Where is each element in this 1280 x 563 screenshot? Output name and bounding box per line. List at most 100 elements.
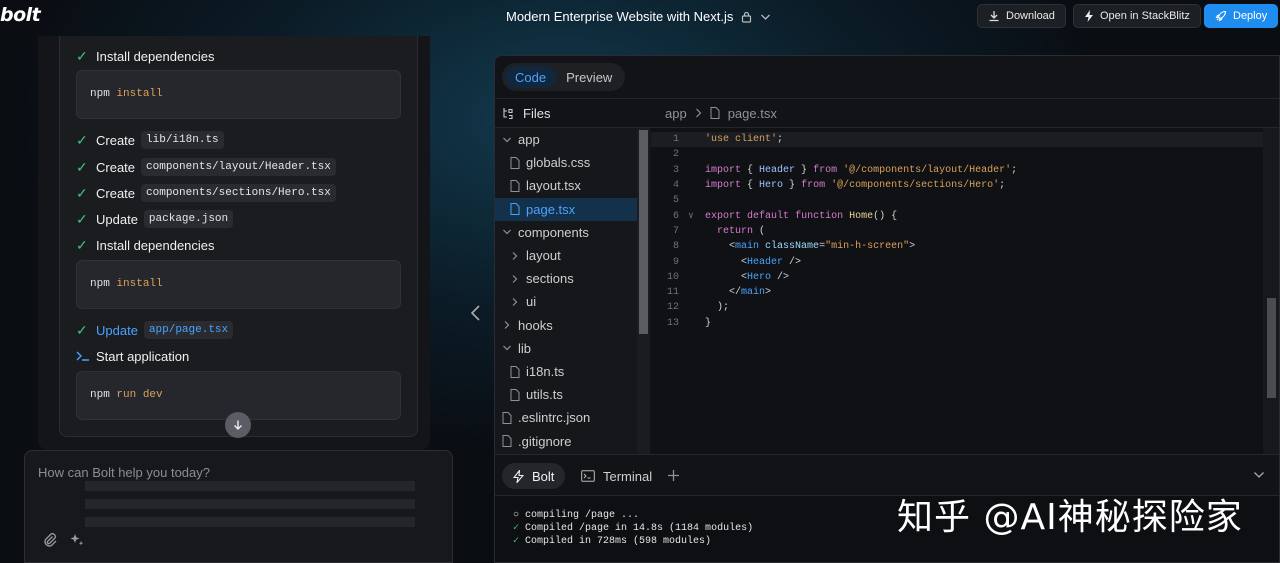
chevron-right-icon (512, 274, 518, 283)
project-title[interactable]: Modern Enterprise Website with Next.js (506, 9, 771, 24)
tab-bolt-terminal[interactable]: Bolt (502, 463, 566, 489)
chevron-down-icon[interactable] (1253, 471, 1265, 479)
deploy-button[interactable]: Deploy (1204, 4, 1279, 28)
scrollbar-thumb[interactable] (1267, 298, 1276, 398)
file-tree-label: page.tsx (526, 201, 576, 217)
file-chip[interactable]: app/page.tsx (143, 321, 234, 339)
file-chip[interactable]: components/sections/Hero.tsx (141, 184, 336, 202)
code-token: "min-h-screen" (825, 241, 910, 253)
tab-preview[interactable]: Preview (556, 66, 622, 88)
code-token: < (705, 271, 748, 283)
file-chip[interactable]: components/layout/Header.tsx (141, 158, 336, 176)
file-tree-folder[interactable]: app (495, 128, 637, 151)
scrollbar-thumb[interactable] (639, 130, 648, 334)
code-text: import { Hero } from '@/components/secti… (699, 180, 1005, 191)
file-tree-folder[interactable]: layout (495, 244, 637, 267)
code-token: function (795, 210, 844, 222)
code-token: </ (705, 287, 742, 299)
code-token: Header (747, 256, 784, 268)
bolt-logo[interactable]: bolt (0, 4, 41, 26)
check-icon: ✓ (76, 131, 88, 148)
file-chip[interactable]: package.json (143, 210, 234, 228)
code-token: Hero (747, 271, 772, 283)
lock-icon (742, 11, 752, 23)
open-in-stackblitz-button[interactable]: Open in StackBlitz (1073, 4, 1201, 28)
code-token: { (741, 164, 760, 176)
file-tree-label: i18n.ts (526, 364, 565, 379)
line-number: 2 (672, 149, 679, 161)
file-tree-folder[interactable]: ui (495, 290, 637, 313)
editor-breadcrumb: app page.tsx (651, 99, 1279, 128)
chevron-left-icon[interactable] (469, 304, 483, 322)
file-tree-file[interactable]: layout.tsx (495, 174, 637, 197)
file-tree-file[interactable]: globals.css (495, 151, 637, 174)
tab-code[interactable]: Code (505, 66, 557, 88)
file-tree-folder[interactable]: components (495, 221, 637, 244)
code-token: ; (999, 180, 1006, 192)
download-button[interactable]: Download (977, 4, 1066, 28)
terminal-prompt-icon (76, 351, 89, 361)
code-token: default (747, 210, 790, 222)
check-icon: ✓ (76, 47, 88, 64)
chevron-right-icon (512, 251, 518, 260)
file-tree-folder[interactable]: lib (495, 337, 637, 360)
prompt-input[interactable] (38, 465, 438, 480)
enhance-prompt-button[interactable] (68, 531, 86, 549)
code-text: ); (699, 302, 729, 313)
code-token: from (813, 164, 838, 176)
line-number: 7 (672, 225, 679, 237)
file-tree-label: .eslintrc.json (518, 410, 591, 426)
file-tree-label: layout (526, 248, 561, 263)
breadcrumb-folder[interactable]: app (665, 106, 687, 121)
code-token: import (705, 180, 742, 192)
code-text: 'use client'; (699, 134, 783, 145)
code-line: 8 <main className="min-h-screen"> (651, 239, 1263, 254)
code-token: main (735, 241, 760, 253)
file-tree-label: utils.ts (526, 387, 563, 403)
top-bar: bolt Modern Enterprise Website with Next… (0, 0, 1280, 36)
file-tree-label: ui (526, 294, 537, 310)
scroll-to-bottom-button[interactable] (225, 412, 251, 438)
file-tree-label: components (518, 224, 589, 240)
code-token: import (705, 164, 742, 176)
file-tree-file[interactable]: page.tsx (495, 197, 637, 221)
code-text: </main> (699, 287, 771, 298)
step-create-header: ✓ Create components/layout/Header.tsx (76, 157, 336, 177)
attach-button[interactable] (41, 531, 59, 549)
step-start-application: Start application (76, 346, 189, 366)
code-token: ; (777, 134, 784, 146)
tab-terminal[interactable]: Terminal (570, 463, 663, 489)
code-token: Home (849, 210, 874, 222)
code-token: main (741, 287, 766, 299)
editor-scrollbar[interactable] (1263, 128, 1279, 454)
file-icon (710, 107, 720, 119)
code-token: Hero (759, 180, 784, 192)
line-number: 9 (672, 256, 679, 268)
file-icon (510, 156, 520, 169)
watermark-text: 知乎 @AI神秘探险家 (897, 497, 1243, 538)
file-tree-folder[interactable]: hooks (495, 314, 637, 337)
fold-chevron-icon[interactable]: ∨ (683, 211, 699, 221)
file-tree-folder[interactable]: sections (495, 267, 637, 290)
file-tree-file[interactable]: .gitignore (495, 430, 637, 453)
code-editor[interactable]: 1 'use client'; 2 3 import { Header } from '… (651, 128, 1279, 454)
file-tree-file[interactable]: utils.ts (495, 383, 637, 406)
chevron-down-icon (503, 137, 511, 142)
line-number: 3 (672, 164, 679, 176)
code-line: 9 <Header /> (651, 254, 1263, 269)
code-text: import { Header } from '@/components/lay… (699, 165, 1017, 176)
file-tree-label: app (518, 132, 540, 147)
tree-icon (503, 108, 513, 119)
file-tree-file[interactable]: .eslintrc.json (495, 406, 637, 429)
code-text: export default function Home() { (699, 211, 897, 222)
code-token: ( (753, 225, 766, 237)
breadcrumb-file[interactable]: page.tsx (728, 106, 777, 121)
bolt-icon (513, 469, 524, 483)
plus-icon[interactable] (667, 469, 680, 482)
file-chip[interactable]: lib/i18n.ts (141, 131, 224, 149)
file-tree-scrollbar[interactable] (637, 128, 650, 454)
file-tree-file[interactable]: i18n.ts (495, 360, 637, 383)
code-line: 2 (651, 147, 1263, 162)
code-text: <Header /> (699, 257, 801, 268)
code-token: 'use client' (705, 134, 778, 146)
